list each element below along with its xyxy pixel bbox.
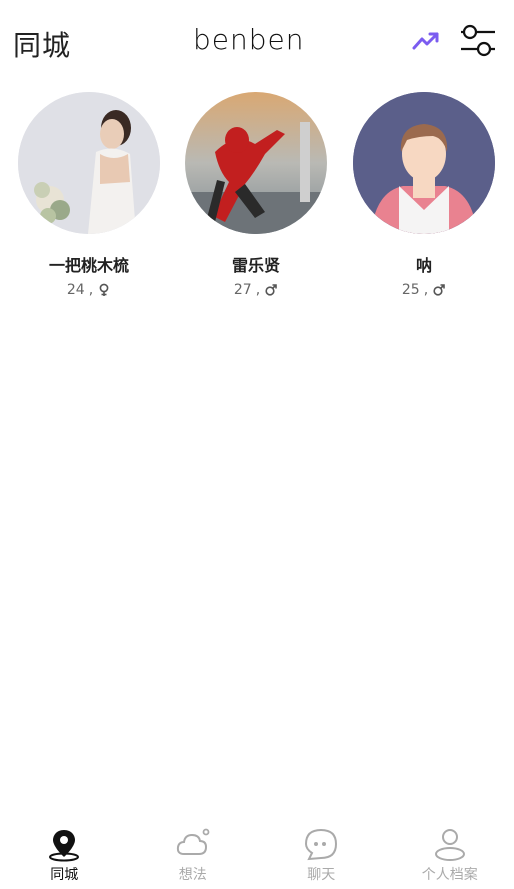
- user-age: 25: [401, 282, 420, 298]
- meta-separator: ,: [255, 282, 261, 298]
- user-age: 24: [66, 282, 85, 298]
- avatar: [18, 92, 160, 234]
- user-meta: 27,: [173, 282, 339, 298]
- bottom-tab-bar: 同城 想法 聊天 个人档案: [0, 826, 514, 889]
- tab-profile[interactable]: 个人档案: [386, 826, 514, 889]
- user-name: 呐: [415, 256, 432, 275]
- nearby-users-list: 一把桃木梳 24, 雷乐贤 27 , 呐 25 ,: [0, 92, 514, 312]
- user-card[interactable]: 呐 25,: [341, 92, 507, 298]
- tab-chat[interactable]: 聊天: [257, 826, 386, 889]
- tab-label: 想法: [178, 867, 207, 883]
- tab-label: 个人档案: [421, 867, 478, 883]
- user-meta: 24,: [6, 282, 172, 298]
- trending-up-icon: [412, 32, 439, 50]
- filter-button[interactable]: [458, 22, 498, 60]
- avatar: [353, 92, 495, 234]
- header: 同城 benben: [0, 0, 514, 86]
- meta-separator: ,: [88, 282, 94, 298]
- female-icon: [99, 283, 109, 296]
- user-age: 27: [233, 282, 252, 298]
- male-icon: [433, 284, 445, 296]
- sliders-icon: [461, 24, 495, 57]
- trending-button[interactable]: [410, 26, 442, 54]
- user-name: 一把桃木梳: [48, 256, 129, 275]
- user-card[interactable]: 一把桃木梳 24,: [6, 92, 172, 298]
- cloud-icon: [176, 828, 210, 855]
- user-meta: 25,: [341, 282, 507, 298]
- tab-nearby[interactable]: 同城: [0, 826, 129, 889]
- user-card[interactable]: 雷乐贤 27,: [173, 92, 339, 298]
- tab-label: 聊天: [307, 867, 336, 883]
- male-icon: [265, 284, 277, 296]
- tab-thoughts[interactable]: 想法: [129, 826, 258, 889]
- location-pin-icon: [49, 830, 80, 862]
- page-title: 同城: [13, 29, 72, 62]
- meta-separator: ,: [423, 282, 429, 298]
- person-icon: [434, 829, 465, 861]
- chat-bubble-icon: [305, 828, 338, 861]
- app-logo: benben: [193, 23, 305, 56]
- tab-label: 同城: [50, 867, 79, 883]
- avatar: [185, 92, 327, 234]
- user-name: 雷乐贤: [231, 256, 280, 275]
